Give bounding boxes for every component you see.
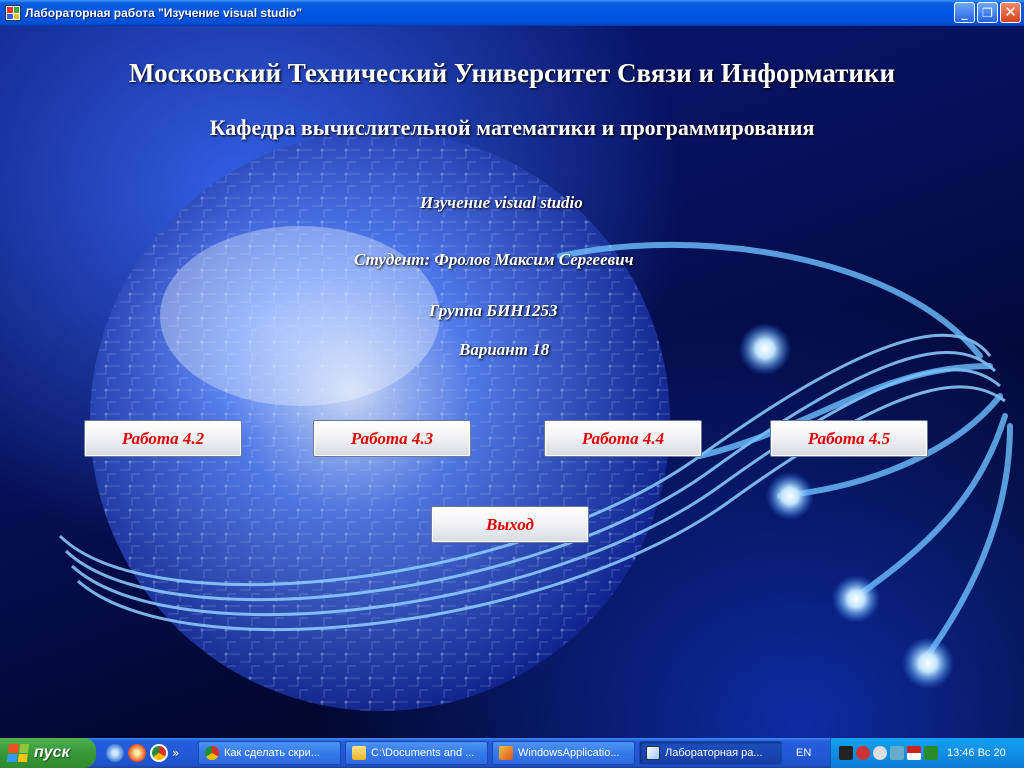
- windows-logo-icon: [6, 744, 30, 762]
- quick-launch: »: [106, 744, 198, 762]
- language-indicator[interactable]: EN: [796, 747, 822, 759]
- variant-label: Вариант 18: [459, 340, 550, 359]
- taskbar-item-chrome[interactable]: Как сделать скри...: [198, 741, 341, 765]
- taskbar-item-label: WindowsApplicatio...: [518, 747, 620, 759]
- taskbar: пуск » Как сделать скри... C:\Documents …: [0, 738, 1024, 768]
- app-window-icon[interactable]: [5, 5, 21, 21]
- clock[interactable]: 13:46 Вс 20: [947, 747, 1006, 759]
- quick-launch-chevron-icon[interactable]: »: [172, 746, 179, 760]
- taskbar-item-lab-form[interactable]: Лабораторная ра...: [639, 741, 782, 765]
- volume-icon[interactable]: [839, 746, 853, 760]
- window-controls: _ ❐ ✕: [954, 2, 1021, 23]
- topic-label: Изучение visual studio: [420, 193, 583, 212]
- university-title: Московский Технический Университет Связи…: [128, 58, 896, 88]
- work-4-2-button[interactable]: Работа 4.2: [84, 420, 242, 457]
- nvidia-icon[interactable]: [924, 746, 938, 760]
- title-bar[interactable]: Лабораторная работа "Изучение visual stu…: [0, 0, 1024, 26]
- chrome-icon[interactable]: [150, 744, 168, 762]
- start-button[interactable]: пуск: [0, 738, 96, 768]
- group-label: Группа БИН1253: [429, 301, 558, 320]
- minimize-icon: _: [961, 5, 968, 20]
- close-button[interactable]: ✕: [1000, 2, 1021, 23]
- department-title: Кафедра вычислительной математики и прог…: [209, 115, 815, 140]
- student-label: Студент: Фролов Максим Сергеевич: [354, 250, 634, 269]
- maximize-icon: ❐: [982, 5, 993, 20]
- start-label: пуск: [34, 744, 70, 761]
- taskbar-item-visual-studio[interactable]: WindowsApplicatio...: [492, 741, 635, 765]
- work-4-4-button[interactable]: Работа 4.4: [544, 420, 702, 457]
- taskbar-item-explorer[interactable]: C:\Documents and ...: [345, 741, 488, 765]
- form-client-area: Московский Технический Университет Связи…: [0, 26, 1024, 738]
- media-player-icon[interactable]: [128, 744, 146, 762]
- taskbar-item-label: Как сделать скри...: [224, 747, 320, 759]
- folder-icon: [352, 746, 366, 760]
- window-title: Лабораторная работа "Изучение visual stu…: [25, 6, 303, 20]
- system-tray: 13:46 Вс 20: [830, 738, 1024, 768]
- taskbar-item-label: C:\Documents and ...: [371, 747, 475, 759]
- keyboard-layout-flag-icon[interactable]: [907, 746, 921, 760]
- network-icon[interactable]: [873, 746, 887, 760]
- safely-remove-icon[interactable]: [890, 746, 904, 760]
- chrome-icon: [205, 746, 219, 760]
- security-icon[interactable]: [856, 746, 870, 760]
- visual-studio-icon: [499, 746, 513, 760]
- maximize-button[interactable]: ❐: [977, 2, 998, 23]
- work-4-5-button[interactable]: Работа 4.5: [770, 420, 928, 457]
- close-icon: ✕: [1004, 3, 1017, 21]
- work-4-3-button[interactable]: Работа 4.3: [313, 420, 471, 457]
- minimize-button[interactable]: _: [954, 2, 975, 23]
- internet-explorer-icon[interactable]: [106, 744, 124, 762]
- form-window-icon: [646, 746, 660, 760]
- taskbar-item-label: Лабораторная ра...: [665, 747, 763, 759]
- exit-button[interactable]: Выход: [431, 506, 589, 543]
